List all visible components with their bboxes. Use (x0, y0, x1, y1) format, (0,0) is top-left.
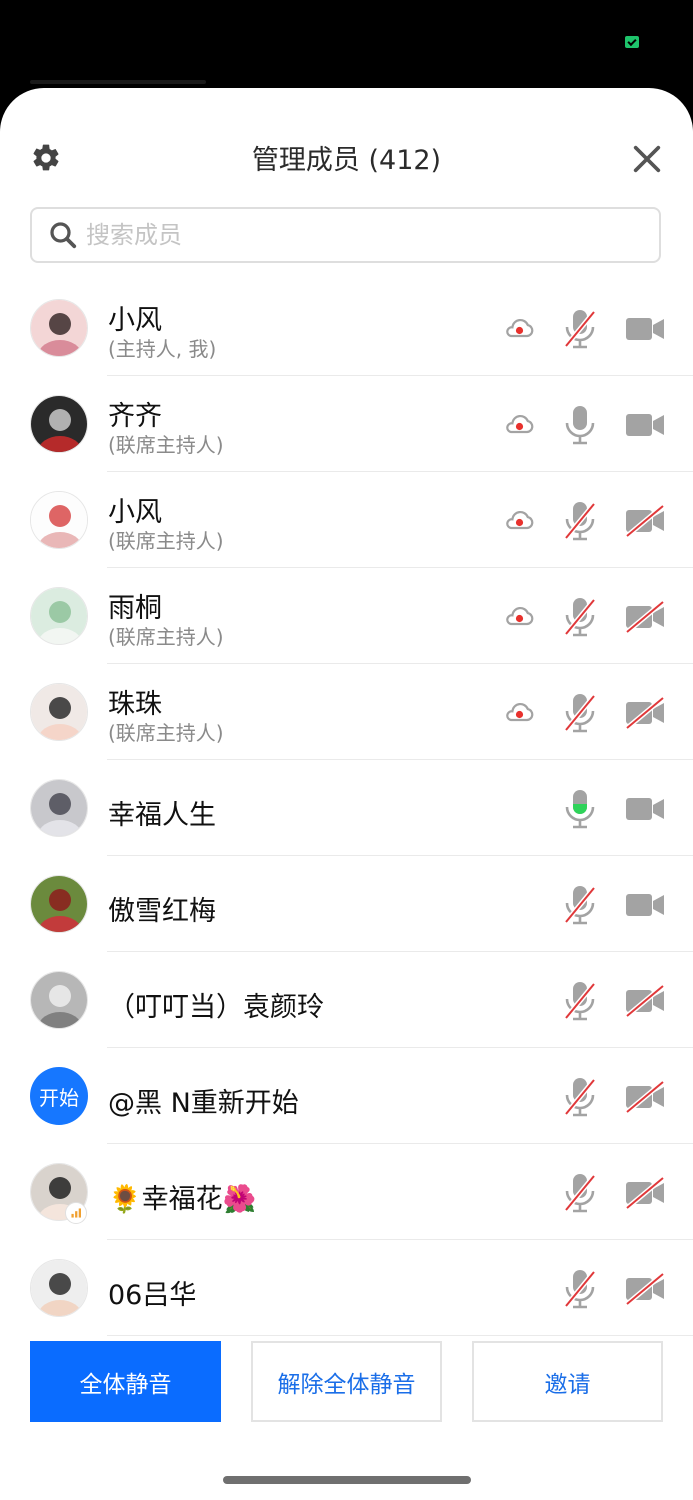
cloud-recording-icon (506, 415, 534, 434)
member-name: （叮叮当）袁颜玲 (108, 992, 324, 1023)
camera-off-icon[interactable] (624, 1270, 666, 1308)
avatar-image (31, 876, 87, 932)
mic-muted-icon[interactable] (562, 500, 598, 542)
member-row[interactable]: 开始 @黑 N重新开始 (0, 1048, 693, 1144)
avatar (30, 875, 88, 933)
camera-off-icon[interactable] (624, 694, 666, 732)
member-row[interactable]: 🌻幸福花🌺 (0, 1144, 693, 1240)
member-row[interactable]: 傲雪红梅 (0, 856, 693, 952)
member-row[interactable]: 齐齐 (联席主持人) (0, 376, 693, 472)
avatar (30, 587, 88, 645)
avatar-image (31, 588, 87, 644)
camera-icon[interactable] (624, 406, 666, 444)
avatar (30, 971, 88, 1029)
avatar-image (31, 1260, 87, 1316)
member-name: 小风 (108, 497, 162, 528)
member-row[interactable]: 珠珠 (联席主持人) (0, 664, 693, 760)
mic-muted-icon[interactable] (562, 596, 598, 638)
member-role: (联席主持人) (108, 721, 224, 745)
avatar (30, 299, 88, 357)
avatar-image (31, 300, 87, 356)
camera-off-icon[interactable] (624, 1078, 666, 1116)
avatar-image (31, 972, 87, 1028)
search-icon (50, 222, 77, 249)
avatar (30, 395, 88, 453)
mic-muted-icon[interactable] (562, 980, 598, 1022)
close-icon[interactable] (630, 142, 664, 176)
member-row[interactable]: 06吕华 (0, 1240, 693, 1336)
cloud-recording-icon (506, 319, 534, 338)
member-role: (主持人, 我) (108, 337, 217, 361)
member-role: (联席主持人) (108, 529, 224, 553)
member-row[interactable]: 小风 (主持人, 我) (0, 280, 693, 376)
member-name: 齐齐 (108, 401, 162, 432)
avatar (30, 779, 88, 837)
mic-icon[interactable] (562, 404, 598, 446)
mic-muted-icon[interactable] (562, 692, 598, 734)
member-name: @黑 N重新开始 (108, 1088, 299, 1119)
home-indicator (223, 1476, 471, 1484)
member-name: 06吕华 (108, 1280, 197, 1311)
page-title: 管理成员 (412) (251, 145, 442, 176)
avatar (30, 1259, 88, 1317)
search-input[interactable] (84, 220, 648, 250)
search-box[interactable] (30, 207, 661, 263)
cloud-recording-icon (506, 703, 534, 722)
mic-muted-icon[interactable] (562, 1268, 598, 1310)
mic-muted-icon[interactable] (562, 884, 598, 926)
mute-all-button[interactable]: 全体静音 (30, 1341, 221, 1422)
cloud-recording-icon (506, 511, 534, 530)
camera-off-icon[interactable] (624, 1174, 666, 1212)
member-role: (联席主持人) (108, 433, 224, 457)
mic-muted-icon[interactable] (562, 1172, 598, 1214)
camera-icon[interactable] (624, 790, 666, 828)
signal-icon (65, 1202, 87, 1224)
member-name: 傲雪红梅 (108, 896, 216, 927)
background-bar (30, 80, 206, 84)
member-name: 小风 (108, 305, 162, 336)
cloud-recording-icon (506, 607, 534, 626)
member-name: 🌻幸福花🌺 (108, 1184, 257, 1215)
avatar (30, 491, 88, 549)
member-row[interactable]: （叮叮当）袁颜玲 (0, 952, 693, 1048)
mic-muted-icon[interactable] (562, 1076, 598, 1118)
member-row[interactable]: 小风 (联席主持人) (0, 472, 693, 568)
avatar-image (31, 492, 87, 548)
avatar-image (31, 396, 87, 452)
mic-muted-icon[interactable] (562, 308, 598, 350)
member-row[interactable]: 雨桐 (联席主持人) (0, 568, 693, 664)
member-name: 幸福人生 (108, 800, 216, 831)
camera-off-icon[interactable] (624, 598, 666, 636)
avatar: 开始 (30, 1067, 88, 1125)
unmute-all-button[interactable]: 解除全体静音 (251, 1341, 442, 1422)
mic-icon[interactable] (562, 788, 598, 830)
member-list: 小风 (主持人, 我) 齐齐 (联席主持人) 小风 (联席主持人) 雨桐 (联席主持人) 珠珠(… (0, 280, 693, 1336)
camera-icon[interactable] (624, 886, 666, 924)
avatar-image (31, 684, 87, 740)
manage-members-sheet: 管理成员 (412) 小风(主持人, 我)齐齐(联席主持人)小风(联席主持人)雨… (0, 88, 693, 1500)
member-role: (联席主持人) (108, 625, 224, 649)
camera-icon[interactable] (624, 310, 666, 348)
member-name: 雨桐 (108, 593, 162, 624)
camera-off-icon[interactable] (624, 982, 666, 1020)
invite-button[interactable]: 邀请 (472, 1341, 663, 1422)
member-row[interactable]: 幸福人生 (0, 760, 693, 856)
camera-off-icon[interactable] (624, 502, 666, 540)
avatar (30, 683, 88, 741)
member-name: 珠珠 (108, 689, 162, 720)
avatar-image (31, 780, 87, 836)
status-indicator (625, 36, 639, 48)
